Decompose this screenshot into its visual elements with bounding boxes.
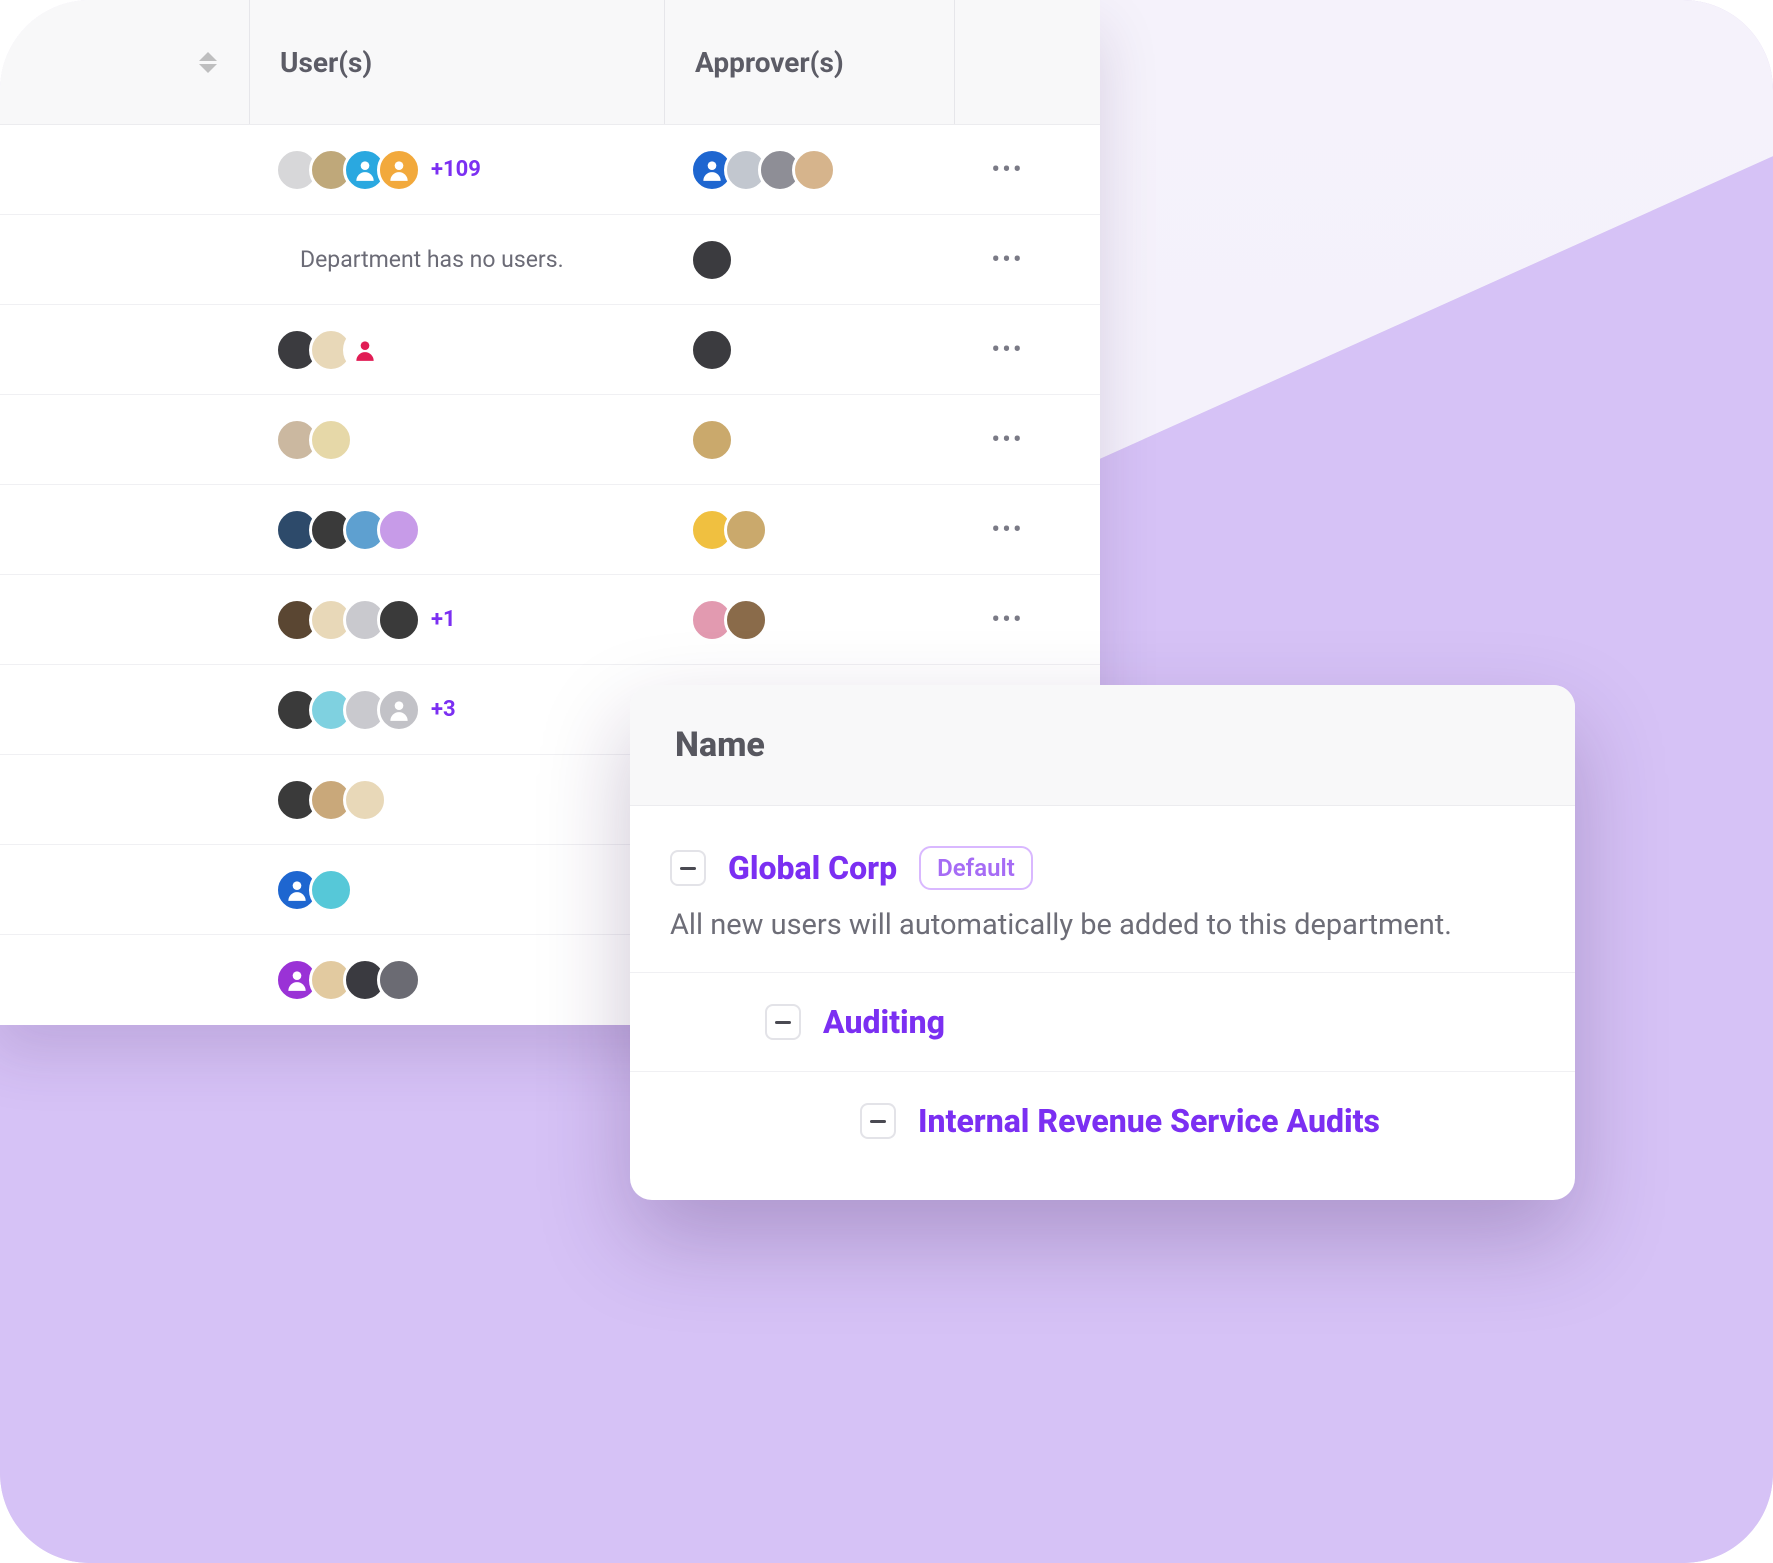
page-background: User(s) Approver(s) +109 <box>0 0 1773 1563</box>
user-avatar-stack <box>275 688 421 732</box>
approver-avatar-stack <box>690 598 768 642</box>
user-avatar-stack <box>275 508 421 552</box>
avatar <box>690 418 734 462</box>
avatar <box>377 598 421 642</box>
user-avatar-stack <box>275 868 353 912</box>
collapse-toggle[interactable] <box>860 1103 896 1139</box>
avatar <box>377 688 421 732</box>
row-actions-button[interactable]: ••• <box>991 605 1023 635</box>
department-name-link[interactable]: Auditing <box>823 1003 945 1041</box>
user-avatar-stack <box>275 148 421 192</box>
table-row[interactable]: ••• <box>0 305 1100 395</box>
user-avatar-stack <box>275 958 421 1002</box>
tree-node[interactable]: Auditing <box>630 973 1575 1072</box>
avatar <box>309 868 353 912</box>
collapse-toggle[interactable] <box>670 850 706 886</box>
column-sort-control[interactable] <box>0 0 250 124</box>
avatar <box>377 958 421 1002</box>
department-subtitle: All new users will automatically be adde… <box>670 908 1535 942</box>
approver-avatar-stack <box>690 328 734 372</box>
table-header-row: User(s) Approver(s) <box>0 0 1100 125</box>
avatar <box>792 148 836 192</box>
tree-body: Global Corp Default All new users will a… <box>630 806 1575 1200</box>
row-actions-button[interactable]: ••• <box>991 515 1023 545</box>
row-actions-button[interactable]: ••• <box>991 245 1023 275</box>
avatar <box>724 598 768 642</box>
user-avatar-stack <box>275 598 421 642</box>
user-overflow-count[interactable]: +109 <box>431 157 481 182</box>
minus-icon <box>870 1120 886 1123</box>
avatar <box>343 328 387 372</box>
table-row[interactable]: +109 ••• <box>0 125 1100 215</box>
tree-node[interactable]: Internal Revenue Service Audits <box>630 1072 1575 1170</box>
column-header-approvers[interactable]: Approver(s) <box>665 0 955 124</box>
approver-avatar-stack <box>690 238 734 282</box>
avatar <box>724 508 768 552</box>
tree-header-label: Name <box>675 725 1530 765</box>
avatar <box>690 328 734 372</box>
collapse-toggle[interactable] <box>765 1004 801 1040</box>
avatar <box>690 238 734 282</box>
user-overflow-count[interactable]: +3 <box>431 697 456 722</box>
avatar <box>377 148 421 192</box>
user-avatar-stack <box>275 328 387 372</box>
sort-icon <box>199 48 221 76</box>
department-tree-card: Name Global Corp Default All new users w… <box>630 685 1575 1200</box>
approver-avatar-stack <box>690 148 836 192</box>
user-avatar-stack <box>275 418 353 462</box>
row-actions-button[interactable]: ••• <box>991 155 1023 185</box>
user-overflow-count[interactable]: +1 <box>431 607 456 632</box>
avatar <box>377 508 421 552</box>
table-row[interactable]: Department has no users. ••• <box>0 215 1100 305</box>
table-row[interactable]: ••• <box>0 485 1100 575</box>
avatar <box>309 418 353 462</box>
avatar <box>343 778 387 822</box>
row-actions-button[interactable]: ••• <box>991 335 1023 365</box>
default-badge: Default <box>919 846 1033 890</box>
tree-header: Name <box>630 685 1575 806</box>
approver-avatar-stack <box>690 418 734 462</box>
department-name-link[interactable]: Internal Revenue Service Audits <box>918 1102 1380 1140</box>
empty-users-text: Department has no users. <box>275 246 564 273</box>
approver-avatar-stack <box>690 508 768 552</box>
column-header-users[interactable]: User(s) <box>250 0 665 124</box>
minus-icon <box>775 1021 791 1024</box>
user-avatar-stack <box>275 778 387 822</box>
table-row[interactable]: ••• <box>0 395 1100 485</box>
table-row[interactable]: +1 ••• <box>0 575 1100 665</box>
minus-icon <box>680 867 696 870</box>
tree-node[interactable]: Global Corp Default All new users will a… <box>630 816 1575 973</box>
row-actions-button[interactable]: ••• <box>991 425 1023 455</box>
department-name-link[interactable]: Global Corp <box>728 849 897 887</box>
